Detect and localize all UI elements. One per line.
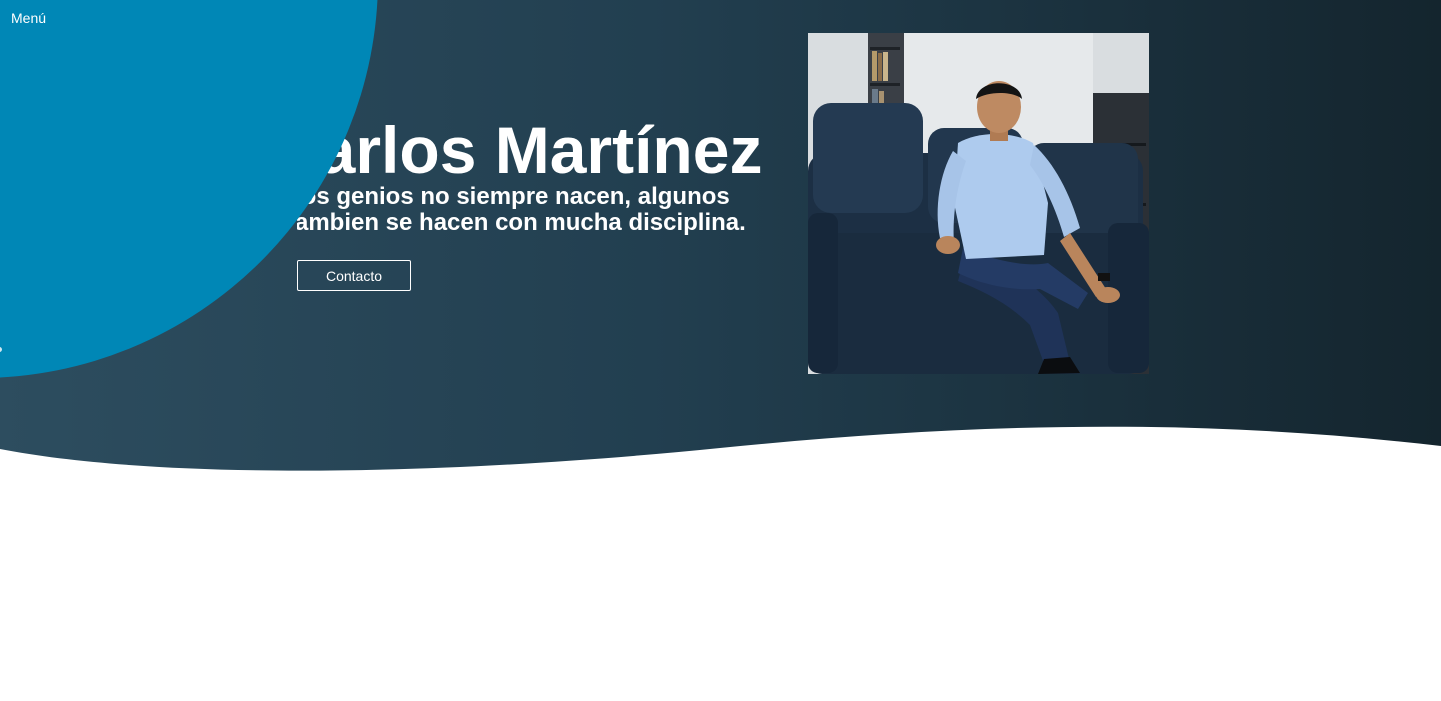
page-body (0, 480, 1441, 701)
menu-button[interactable]: Menú (11, 10, 46, 26)
hero-section: Carlos Martínez Los genios no siempre na… (0, 0, 1441, 480)
